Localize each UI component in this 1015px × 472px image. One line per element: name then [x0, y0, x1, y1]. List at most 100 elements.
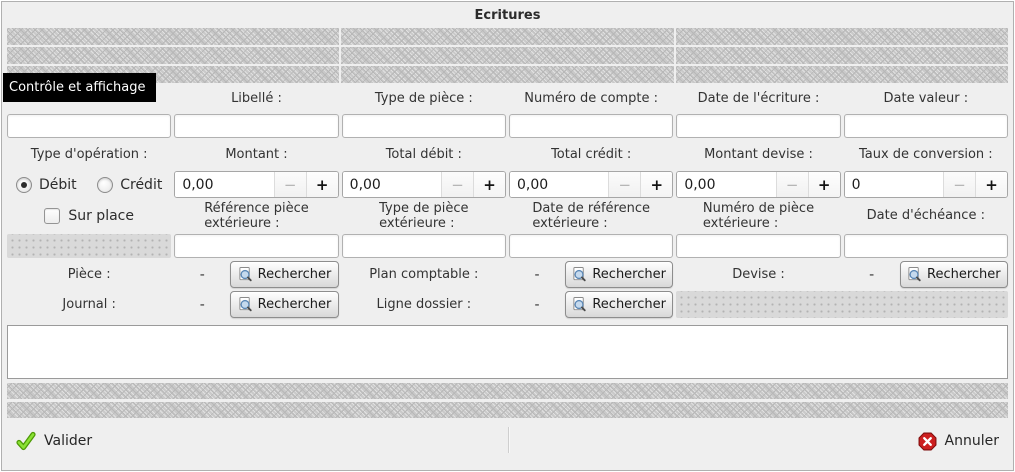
total-debit-minus-button[interactable]: − [441, 172, 473, 197]
find-icon [572, 267, 587, 282]
find-icon [238, 297, 253, 312]
piece-action: - Rechercher [174, 261, 338, 288]
ligne-dossier-action: - Rechercher [509, 291, 673, 318]
journal-value: - [174, 291, 230, 318]
debit-radio-label: Débit [39, 177, 77, 193]
date-valeur-input[interactable] [844, 114, 1008, 138]
devise-action: - Rechercher [844, 261, 1008, 288]
hatch-cell [676, 66, 1008, 83]
debit-radio-icon[interactable] [16, 177, 32, 193]
label-date-ecriture: Date de l'écriture : [676, 91, 840, 106]
notes-textarea[interactable] [7, 325, 1008, 379]
credit-radio-icon[interactable] [97, 177, 113, 193]
find-icon [907, 267, 922, 282]
hatch-cell [676, 28, 1008, 45]
search-row-2: Journal : - Rechercher Ligne dossier : - [2, 291, 1013, 318]
cancel-icon [918, 432, 937, 451]
annuler-label: Annuler [945, 433, 999, 449]
footer-hatch-band [7, 383, 1008, 399]
total-credit-minus-button[interactable]: − [608, 172, 640, 197]
tooltip-controle-affichage: Contrôle et affichage [3, 73, 156, 102]
controle-input[interactable] [7, 114, 171, 138]
numero-compte-input[interactable] [509, 114, 673, 138]
check-icon [16, 431, 36, 451]
sur-place-label: Sur place [68, 208, 134, 224]
type-operation-radiogroup: Débit Crédit [7, 177, 171, 193]
rechercher-devise-button[interactable]: Rechercher [900, 261, 1008, 288]
rechercher-plan-comptable-button[interactable]: Rechercher [565, 261, 673, 288]
label-type-piece-ext: Type de pièce extérieure : [342, 201, 506, 231]
rechercher-journal-button[interactable]: Rechercher [230, 291, 338, 318]
total-debit-spinner: 0,00 − + [342, 171, 506, 198]
plan-comptable-action: - Rechercher [509, 261, 673, 288]
label-date-valeur: Date valeur : [844, 91, 1008, 106]
label-journal: Journal : [7, 297, 171, 312]
label-numero-piece-ext: Numéro de pièce extérieure : [676, 201, 840, 231]
label-ligne-dossier: Ligne dossier : [342, 297, 506, 312]
montant-devise-spinner: 0,00 − + [676, 171, 840, 198]
disabled-field-placeholder [7, 234, 171, 258]
ext-inputs-row [2, 234, 1013, 258]
footer-bar: Valider Annuler [2, 418, 1013, 464]
hatch-cell [7, 28, 339, 45]
label-taux-conversion: Taux de conversion : [844, 147, 1008, 162]
total-debit-value[interactable]: 0,00 [343, 172, 441, 197]
date-reference-ext-input[interactable] [509, 234, 673, 258]
label-montant-devise: Montant devise : [676, 147, 840, 162]
footer-hatch-band [7, 402, 1008, 418]
valider-button[interactable]: Valider [16, 431, 92, 451]
montant-plus-button[interactable]: + [306, 172, 338, 197]
find-icon [572, 297, 587, 312]
sur-place-option[interactable]: Sur place [7, 208, 171, 224]
total-credit-value[interactable]: 0,00 [510, 172, 608, 197]
debit-radio-option[interactable]: Débit [16, 177, 77, 193]
label-date-reference-ext: Date de référence extérieure : [509, 201, 673, 231]
annuler-button[interactable]: Annuler [918, 432, 999, 451]
label-total-debit: Total débit : [342, 147, 506, 162]
disabled-area-placeholder [676, 291, 1008, 318]
credit-radio-option[interactable]: Crédit [97, 177, 162, 193]
field-inputs-row [2, 114, 1013, 138]
date-echeance-input[interactable] [844, 234, 1008, 258]
libelle-input[interactable] [174, 114, 338, 138]
label-libelle: Libellé : [174, 91, 338, 106]
search-row-1: Pièce : - Rechercher Plan comptable : - [2, 261, 1013, 288]
montant-devise-value[interactable]: 0,00 [677, 172, 775, 197]
numero-piece-ext-input[interactable] [676, 234, 840, 258]
taux-conversion-plus-button[interactable]: + [975, 172, 1007, 197]
label-plan-comptable: Plan comptable : [342, 267, 506, 282]
rechercher-ligne-dossier-button[interactable]: Rechercher [565, 291, 673, 318]
label-date-echeance: Date d'échéance : [844, 208, 1008, 223]
journal-action: - Rechercher [174, 291, 338, 318]
montant-devise-minus-button[interactable]: − [776, 172, 808, 197]
total-credit-plus-button[interactable]: + [640, 172, 672, 197]
sur-place-checkbox[interactable] [44, 208, 60, 224]
credit-radio-label: Crédit [120, 177, 162, 193]
plan-comptable-value: - [509, 261, 565, 288]
amount-controls-row: Débit Crédit 0,00 − + 0,00 − + 0,00 − + … [2, 171, 1013, 197]
date-ecriture-input[interactable] [676, 114, 840, 138]
rechercher-piece-button[interactable]: Rechercher [230, 261, 338, 288]
hatch-cell [7, 47, 339, 64]
reference-piece-ext-input[interactable] [174, 234, 338, 258]
valider-label: Valider [44, 433, 92, 449]
footer-divider [508, 427, 510, 453]
taux-conversion-value[interactable]: 0 [845, 172, 943, 197]
label-reference-piece-ext: Référence pièce extérieure : [174, 201, 338, 231]
montant-value[interactable]: 0,00 [175, 172, 273, 197]
total-debit-plus-button[interactable]: + [473, 172, 505, 197]
page-title: Ecritures [2, 7, 1013, 25]
montant-devise-plus-button[interactable]: + [808, 172, 840, 197]
montant-minus-button[interactable]: − [274, 172, 306, 197]
hatch-cell [341, 47, 673, 64]
header-hatch-area [7, 28, 1008, 83]
hatch-cell [341, 66, 673, 83]
label-montant: Montant : [174, 147, 338, 162]
ecritures-window: Ecritures Contrôle et affichage Libellé … [1, 1, 1014, 471]
total-credit-spinner: 0,00 − + [509, 171, 673, 198]
ligne-dossier-value: - [509, 291, 565, 318]
taux-conversion-minus-button[interactable]: − [943, 172, 975, 197]
type-piece-ext-input[interactable] [342, 234, 506, 258]
type-piece-input[interactable] [342, 114, 506, 138]
ext-labels-row: Sur place Référence pièce extérieure : T… [2, 197, 1013, 234]
